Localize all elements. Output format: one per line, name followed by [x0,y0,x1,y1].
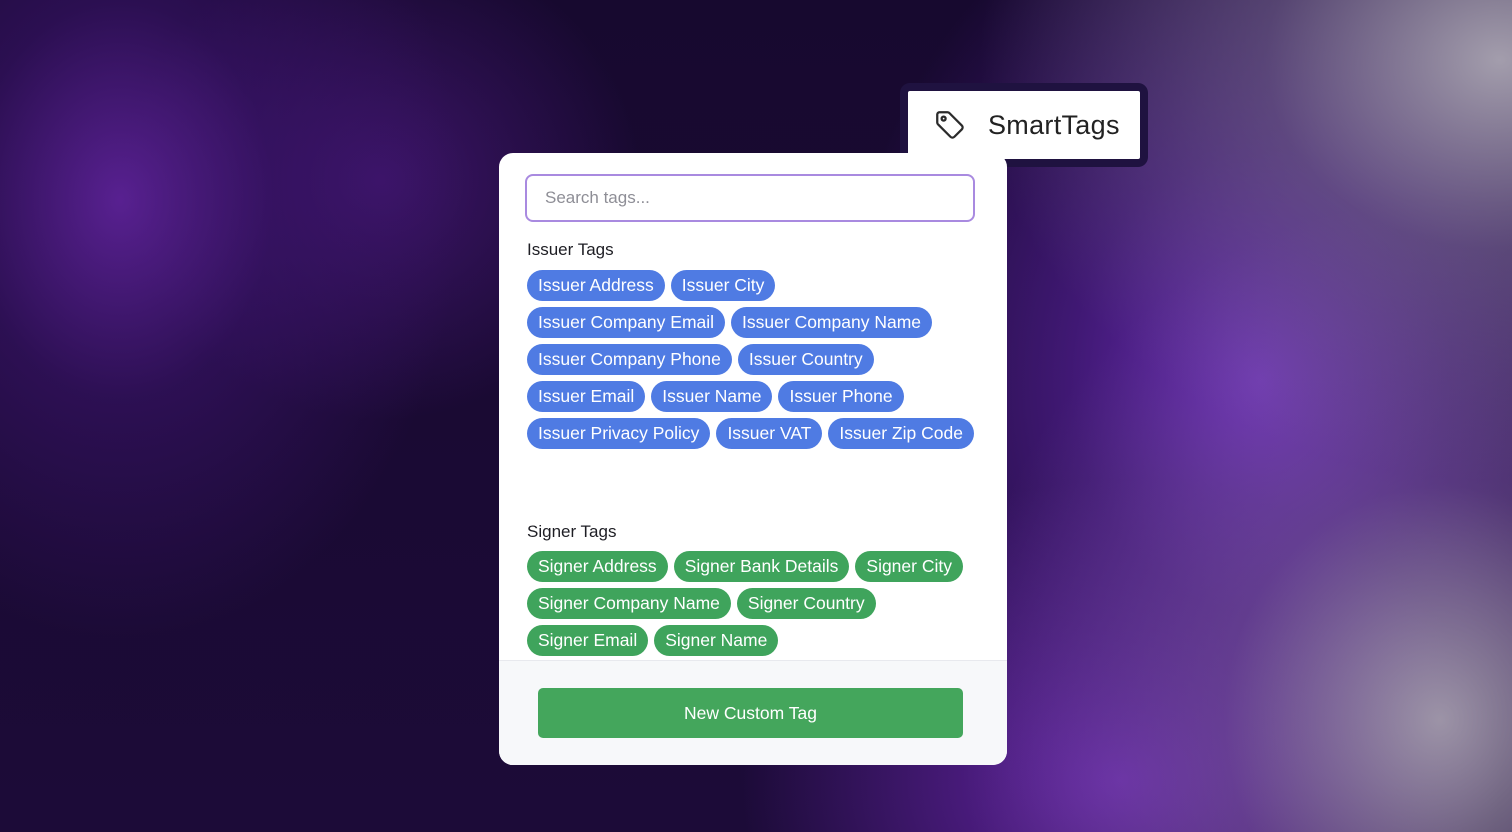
issuer-tag[interactable]: Issuer Company Phone [527,344,732,375]
new-custom-tag-button[interactable]: New Custom Tag [538,688,963,738]
issuer-tag[interactable]: Issuer Country [737,344,874,375]
signer-tags-heading: Signer Tags [527,522,617,541]
issuer-tag[interactable]: Issuer Privacy Policy [527,418,711,449]
signer-tag[interactable]: Signer Bank Details [673,551,850,582]
issuer-tag[interactable]: Issuer Address [527,270,665,301]
smarttags-label: SmartTags [988,109,1120,140]
issuer-tag[interactable]: Issuer Company Email [527,307,726,338]
signer-tag[interactable]: Signer City [855,551,963,582]
issuer-tag[interactable]: Issuer Zip Code [828,418,974,449]
issuer-tags-heading: Issuer Tags [527,240,614,259]
issuer-tag[interactable]: Issuer Name [651,381,773,412]
search-tags-input[interactable] [525,174,975,222]
issuer-tags-list: Issuer Address Issuer City Issuer Company … [527,270,977,449]
panel-footer: New Custom Tag [499,660,1007,765]
signer-tags-list: Signer Address Signer Bank Details Signer … [527,551,977,656]
smart-tags-panel: Issuer Tags Issuer AddressIssuer CityIss… [499,153,1007,765]
issuer-tag[interactable]: Issuer Company Name [731,307,933,338]
issuer-tag[interactable]: Issuer City [670,270,776,301]
issuer-tag[interactable]: Issuer Phone [778,381,904,412]
signer-tag[interactable]: Signer Name [654,625,779,656]
signer-tag[interactable]: Signer Email [527,625,649,656]
signer-tag[interactable]: Signer Company Name [527,588,731,619]
issuer-tag[interactable]: Issuer Email [527,381,646,412]
signer-tag[interactable]: Signer Address [527,551,668,582]
issuer-tag[interactable]: Issuer VAT [716,418,823,449]
signer-tag[interactable]: Signer Country [736,588,876,619]
tag-icon [932,107,968,143]
